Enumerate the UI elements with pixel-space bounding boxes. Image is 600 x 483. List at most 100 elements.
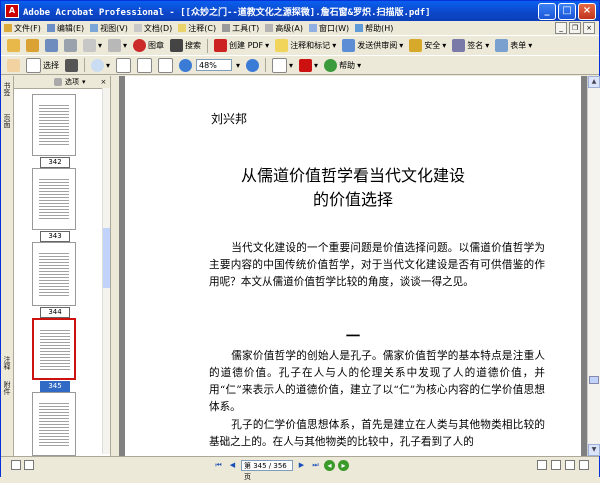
tab-attachments[interactable]: 附件 (2, 381, 12, 395)
page-thumbnail[interactable] (32, 168, 76, 230)
thumbnail-text-lines (39, 177, 69, 221)
sign-button[interactable]: 签名 ▾ (450, 37, 491, 54)
doc-minimize-button[interactable]: _ (555, 22, 567, 34)
attach-button[interactable]: ▾ (106, 37, 129, 54)
send-review-button[interactable]: 发送供审阅 ▾ (340, 37, 405, 54)
pen-icon (452, 39, 466, 52)
page-thumbnail-selected[interactable] (32, 318, 76, 380)
snapshot-button[interactable] (63, 57, 80, 74)
doc-close-button[interactable]: × (583, 22, 595, 34)
advanced-icon (265, 24, 274, 32)
thumbnail-label-selected: 345 (40, 381, 70, 392)
print-button[interactable] (62, 37, 79, 54)
search-button[interactable]: 搜索 (168, 37, 203, 54)
select-tool-button[interactable]: 选择 (24, 57, 61, 74)
menu-file[interactable]: 文件(F) (1, 23, 44, 34)
acrobat-window: A Adobe Acrobat Professional - [[众妙之门--道… (0, 0, 600, 481)
menu-comments[interactable]: 注释(C) (175, 23, 219, 34)
options-menu[interactable]: 选项 (65, 77, 79, 87)
pages-panel: 选项 ▾ × 342 343 344 345 (14, 76, 111, 456)
close-button[interactable]: × (578, 3, 596, 20)
thumbnail-text-lines (39, 103, 69, 147)
menu-view[interactable]: 视图(V) (87, 23, 131, 34)
next-view-button[interactable]: ▸ (338, 460, 349, 471)
zoom-tool-button[interactable]: ▾ (89, 57, 112, 74)
scroll-up-button[interactable]: ▲ (588, 76, 600, 88)
page-size-icon (11, 460, 21, 470)
email-button[interactable]: ▾ (81, 37, 104, 54)
create-pdf-button[interactable]: 创建 PDF ▾ (212, 37, 271, 54)
layout-icon[interactable] (24, 460, 34, 470)
last-page-button[interactable]: ⏭ (310, 460, 321, 471)
rotate-button[interactable]: ▾ (270, 57, 295, 74)
maximize-button[interactable]: □ (558, 3, 576, 20)
document-scroll-thumb[interactable] (589, 376, 599, 384)
help-button[interactable]: 帮助 ▾ (322, 57, 363, 74)
panel-splitter[interactable] (111, 76, 119, 456)
menu-edit[interactable]: 编辑(E) (44, 23, 87, 34)
web-button[interactable]: 图章 (131, 37, 166, 54)
menu-bar: 文件(F) 编辑(E) 视图(V) 文档(D) 注释(C) 工具(T) 高级(A… (1, 21, 599, 35)
menu-tools[interactable]: 工具(T) (219, 23, 262, 34)
zoom-dropdown[interactable]: ▾ (234, 57, 242, 74)
fit-page-icon (137, 57, 153, 73)
next-page-button[interactable]: ▶ (296, 460, 307, 471)
tab-comments[interactable]: 注释 (2, 356, 12, 370)
single-page-icon[interactable] (537, 460, 547, 470)
magnifier-icon (91, 58, 104, 72)
document-scrollbar[interactable]: ▲ ▼ (587, 76, 600, 456)
page-thumbnail[interactable] (32, 242, 76, 306)
panel-close-icon[interactable]: × (101, 78, 107, 86)
fit-page-button[interactable] (135, 57, 154, 74)
form-icon (495, 39, 509, 52)
menu-document[interactable]: 文档(D) (131, 23, 175, 34)
panel-scrollbar[interactable] (102, 88, 110, 454)
save-button[interactable] (43, 37, 60, 54)
panel-scroll-thumb[interactable] (103, 228, 110, 288)
facing-icon[interactable] (565, 460, 575, 470)
toolbar-separator (207, 38, 209, 53)
zoom-input[interactable]: 48% (196, 59, 233, 71)
scroll-down-button[interactable]: ▼ (588, 444, 600, 456)
comment-icon (178, 24, 187, 32)
previous-page-button[interactable]: ◀ (227, 460, 238, 471)
continuous-icon[interactable] (551, 460, 561, 470)
minimize-button[interactable]: _ (538, 3, 556, 20)
menu-advanced[interactable]: 高级(A) (262, 23, 306, 34)
tab-pages[interactable]: 页面 (2, 114, 12, 128)
doc-restore-button[interactable]: ❐ (569, 22, 581, 34)
forms-button[interactable]: 表单 ▾ (493, 37, 534, 54)
review-icon (342, 39, 356, 52)
save-icon (45, 39, 58, 52)
continuous-facing-icon[interactable] (579, 460, 589, 470)
fit-width-button[interactable] (156, 57, 175, 74)
panel-header: 选项 ▾ × (14, 76, 110, 89)
menu-help[interactable]: 帮助(H) (352, 23, 396, 34)
menu-window[interactable]: 窗口(W) (306, 23, 352, 34)
title-bar[interactable]: A Adobe Acrobat Professional - [[众妙之门--道… (1, 1, 599, 21)
zoom-out-icon (179, 58, 193, 72)
rotate-icon (272, 57, 288, 73)
tab-bookmarks[interactable]: 书签 (2, 82, 12, 96)
thumbnail-label: 342 (40, 157, 70, 168)
toolbar-separator (84, 58, 85, 72)
secure-button[interactable]: 安全 ▾ (407, 37, 448, 54)
zoom-in-icon (246, 58, 260, 72)
print-icon (64, 39, 77, 52)
page-thumbnail[interactable] (32, 392, 76, 456)
open-button[interactable] (5, 37, 22, 54)
document-view[interactable]: 刘兴邦 从儒道价值哲学看当代文化建设 的价值选择 当代文化建设的一个重要问题是价… (119, 76, 587, 456)
actual-size-button[interactable] (114, 57, 133, 74)
create-from-file-button[interactable] (24, 37, 41, 54)
yahoo-button[interactable]: ▾ (297, 57, 320, 74)
page-number-field[interactable]: 第 345 / 356 页 (241, 460, 293, 481)
zoom-out-button[interactable] (177, 57, 194, 74)
view-icon (90, 24, 99, 32)
paragraph-body: 孔子的仁学价值思想体系，首先是建立在人类与其他物类相比较的基础之上的。在人与其他… (209, 419, 545, 448)
first-page-button[interactable]: ⏮ (213, 460, 224, 471)
hand-tool-button[interactable] (5, 57, 22, 74)
page-thumbnail[interactable] (32, 94, 76, 156)
zoom-in-button[interactable] (244, 57, 261, 74)
previous-view-button[interactable]: ◂ (324, 460, 335, 471)
comment-markup-button[interactable]: 注释和标记 ▾ (273, 37, 338, 54)
